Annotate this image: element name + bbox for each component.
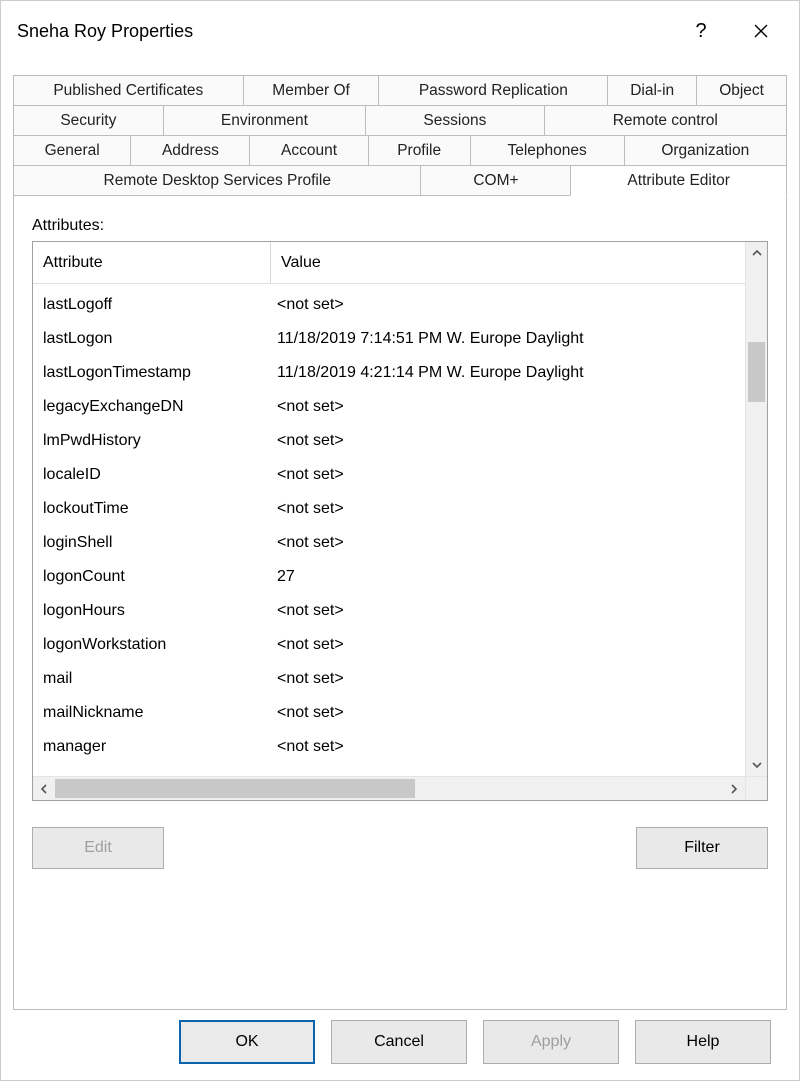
- tab-general[interactable]: General: [13, 135, 131, 166]
- cell-attribute: loginShell: [33, 526, 271, 560]
- table-row[interactable]: lastLogon11/18/2019 7:14:51 PM W. Europe…: [33, 322, 745, 356]
- tab-page-attribute-editor: Attributes: Attribute Value lastLogoff<n…: [13, 195, 787, 1010]
- cell-attribute: mailNickname: [33, 696, 271, 730]
- tab-published-certificates[interactable]: Published Certificates: [13, 75, 244, 106]
- table-row[interactable]: logonWorkstation<not set>: [33, 628, 745, 662]
- cell-value: <not set>: [271, 730, 745, 764]
- cell-value: <not set>: [271, 390, 745, 424]
- h-scrollbar-thumb[interactable]: [55, 779, 415, 798]
- cell-attribute: lastLogon: [33, 322, 271, 356]
- tab-account[interactable]: Account: [249, 135, 368, 166]
- table-row[interactable]: mailNickname<not set>: [33, 696, 745, 730]
- tab-remote-desktop-services-profile[interactable]: Remote Desktop Services Profile: [13, 165, 421, 196]
- cell-attribute: lastLogoff: [33, 288, 271, 322]
- horizontal-scrollbar[interactable]: [33, 776, 767, 800]
- cell-value: 11/18/2019 7:14:51 PM W. Europe Daylight: [271, 322, 745, 356]
- tab-attribute-editor[interactable]: Attribute Editor: [570, 165, 787, 196]
- cell-attribute: mail: [33, 662, 271, 696]
- tab-security[interactable]: Security: [13, 105, 164, 136]
- tab-organization[interactable]: Organization: [624, 135, 787, 166]
- tab-telephones[interactable]: Telephones: [470, 135, 625, 166]
- cell-value: <not set>: [271, 492, 745, 526]
- table-row[interactable]: logonCount27: [33, 560, 745, 594]
- cell-value: <not set>: [271, 424, 745, 458]
- tab-strip: Published Certificates Member Of Passwor…: [13, 75, 787, 195]
- cell-value: <not set>: [271, 628, 745, 662]
- cell-value: <not set>: [271, 696, 745, 730]
- apply-button[interactable]: Apply: [483, 1020, 619, 1064]
- scroll-down-icon[interactable]: [746, 754, 767, 776]
- table-row[interactable]: manager<not set>: [33, 730, 745, 764]
- title-bar: Sneha Roy Properties ?: [1, 1, 799, 61]
- table-row[interactable]: lockoutTime<not set>: [33, 492, 745, 526]
- tab-dial-in[interactable]: Dial-in: [607, 75, 697, 106]
- cell-attribute: lastLogonTimestamp: [33, 356, 271, 390]
- table-row[interactable]: loginShell<not set>: [33, 526, 745, 560]
- attributes-label: Attributes:: [32, 217, 768, 235]
- ok-button[interactable]: OK: [179, 1020, 315, 1064]
- column-header-attribute[interactable]: Attribute: [33, 242, 271, 283]
- tab-profile[interactable]: Profile: [368, 135, 471, 166]
- cell-value: 11/18/2019 4:21:14 PM W. Europe Daylight: [271, 356, 745, 390]
- cell-attribute: lmPwdHistory: [33, 424, 271, 458]
- cell-value: 27: [271, 560, 745, 594]
- cell-value: <not set>: [271, 526, 745, 560]
- cell-attribute: lockoutTime: [33, 492, 271, 526]
- cell-attribute: manager: [33, 730, 271, 764]
- help-button[interactable]: Help: [635, 1020, 771, 1064]
- tab-com-plus[interactable]: COM+: [420, 165, 571, 196]
- cell-value: <not set>: [271, 662, 745, 696]
- cell-attribute: logonHours: [33, 594, 271, 628]
- listview-header: Attribute Value: [33, 242, 767, 284]
- table-row[interactable]: legacyExchangeDN<not set>: [33, 390, 745, 424]
- cell-attribute: logonWorkstation: [33, 628, 271, 662]
- column-header-value[interactable]: Value: [271, 254, 745, 272]
- scroll-up-icon[interactable]: [746, 242, 767, 264]
- scrollbar-corner: [745, 777, 767, 800]
- scroll-right-icon[interactable]: [723, 777, 745, 800]
- vertical-scrollbar[interactable]: [745, 242, 767, 776]
- table-row[interactable]: lmPwdHistory<not set>: [33, 424, 745, 458]
- edit-button[interactable]: Edit: [32, 827, 164, 869]
- cell-value: <not set>: [271, 288, 745, 322]
- table-row[interactable]: logonHours<not set>: [33, 594, 745, 628]
- dialog-button-row: OK Cancel Apply Help: [1, 1010, 787, 1080]
- table-row[interactable]: localeID<not set>: [33, 458, 745, 492]
- cancel-button[interactable]: Cancel: [331, 1020, 467, 1064]
- cell-attribute: logonCount: [33, 560, 271, 594]
- tab-sessions[interactable]: Sessions: [365, 105, 544, 136]
- tab-address[interactable]: Address: [130, 135, 250, 166]
- window-title: Sneha Roy Properties: [17, 21, 671, 42]
- scrollbar-thumb[interactable]: [748, 342, 765, 402]
- tab-member-of[interactable]: Member Of: [243, 75, 380, 106]
- close-icon[interactable]: [731, 8, 791, 54]
- filter-button[interactable]: Filter: [636, 827, 768, 869]
- cell-value: <not set>: [271, 594, 745, 628]
- help-icon[interactable]: ?: [671, 8, 731, 54]
- table-row[interactable]: lastLogoff<not set>: [33, 288, 745, 322]
- cell-attribute: legacyExchangeDN: [33, 390, 271, 424]
- attributes-listview[interactable]: Attribute Value lastLogoff<not set>lastL…: [32, 241, 768, 801]
- table-row[interactable]: mail<not set>: [33, 662, 745, 696]
- tab-object[interactable]: Object: [696, 75, 787, 106]
- cell-attribute: localeID: [33, 458, 271, 492]
- scroll-left-icon[interactable]: [33, 777, 55, 800]
- cell-value: <not set>: [271, 458, 745, 492]
- table-row[interactable]: lastLogonTimestamp11/18/2019 4:21:14 PM …: [33, 356, 745, 390]
- tab-remote-control[interactable]: Remote control: [544, 105, 787, 136]
- properties-dialog: Sneha Roy Properties ? Published Certifi…: [0, 0, 800, 1081]
- tab-environment[interactable]: Environment: [163, 105, 367, 136]
- tab-password-replication[interactable]: Password Replication: [378, 75, 608, 106]
